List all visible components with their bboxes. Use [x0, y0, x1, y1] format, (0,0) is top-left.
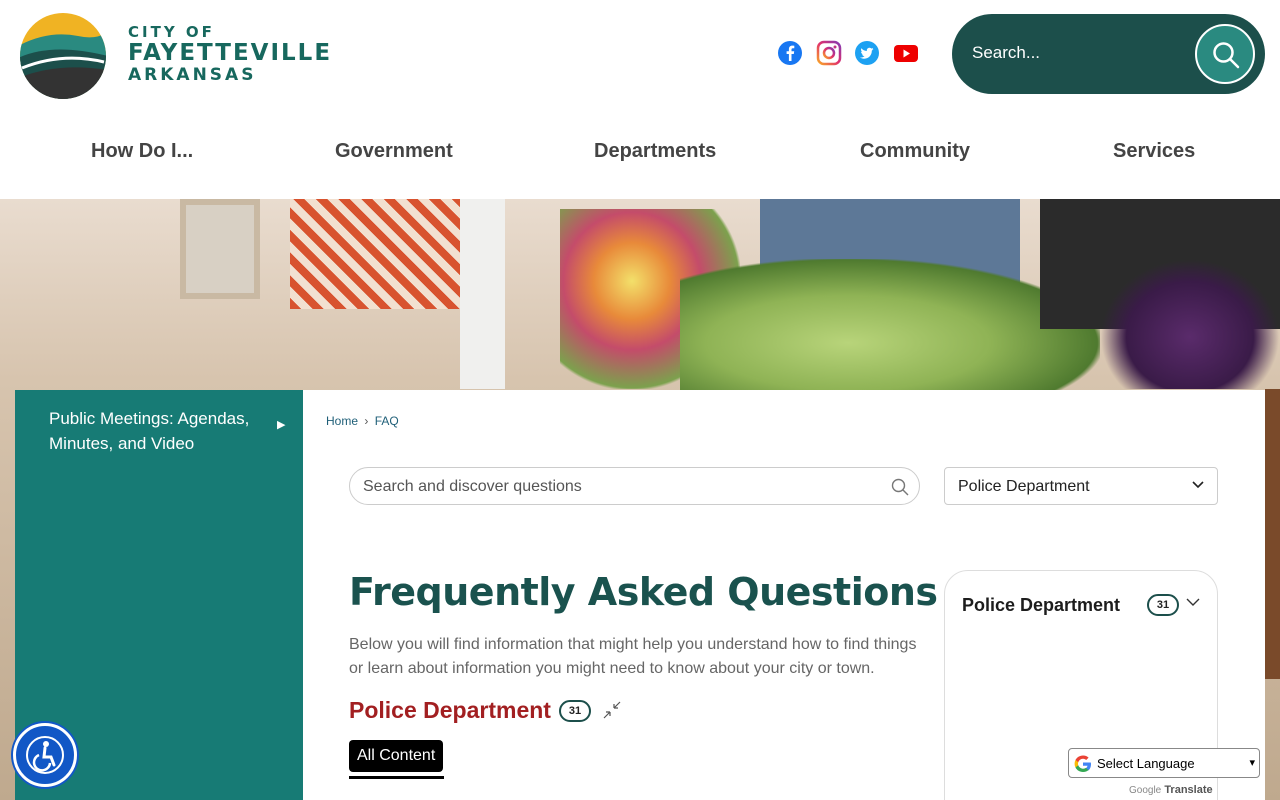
nav-services[interactable]: Services	[1113, 140, 1195, 163]
question-count-badge: 31	[559, 700, 591, 722]
search-input[interactable]: Search...	[972, 43, 1040, 63]
breadcrumb: Home › FAQ	[326, 414, 399, 428]
page-title: Frequently Asked Questions	[349, 570, 938, 614]
youtube-icon[interactable]	[893, 40, 919, 66]
facebook-icon[interactable]	[777, 40, 803, 66]
attribution-translate: Translate	[1164, 784, 1213, 796]
accessibility-button[interactable]	[13, 723, 77, 787]
category-heading: Police Department	[349, 697, 551, 723]
chevron-down-icon[interactable]	[1185, 596, 1201, 608]
category-select[interactable]: Police Department	[944, 467, 1218, 505]
arrow-right-icon[interactable]: ▶	[277, 418, 285, 431]
nav-community[interactable]: Community	[860, 140, 970, 163]
chevron-down-icon	[1192, 481, 1204, 489]
category-select-value: Police Department	[958, 478, 1090, 495]
category-panel-count: 31	[1147, 594, 1179, 616]
logo-line-2: FAYETTEVILLE	[128, 40, 333, 66]
faq-search-placeholder: Search and discover questions	[363, 478, 582, 495]
category-panel-title[interactable]: Police Department	[962, 595, 1120, 616]
breadcrumb-separator: ›	[364, 414, 369, 428]
instagram-icon[interactable]	[816, 40, 842, 66]
nav-how-do-i[interactable]: How Do I...	[91, 140, 193, 163]
nav-government[interactable]: Government	[335, 140, 453, 163]
search-button[interactable]	[1195, 24, 1255, 84]
language-select-label: Select Language	[1097, 756, 1195, 771]
nav-departments[interactable]: Departments	[594, 140, 716, 163]
site-name[interactable]: CITY OF FAYETTEVILLE ARKANSAS	[128, 23, 333, 86]
twitter-icon[interactable]	[854, 40, 880, 66]
google-icon	[1074, 755, 1091, 772]
attribution-google: Google	[1129, 785, 1162, 796]
accessibility-icon	[26, 736, 64, 774]
search-icon	[1213, 42, 1240, 69]
search-icon[interactable]	[891, 478, 909, 496]
sidebar-item-public-meetings[interactable]: Public Meetings: Agendas, Minutes, and V…	[49, 406, 269, 456]
city-logo[interactable]	[18, 12, 108, 100]
page-intro: Below you will find information that mig…	[349, 636, 917, 677]
breadcrumb-home[interactable]: Home	[326, 414, 358, 428]
filter-all-content-button[interactable]: All Content	[349, 740, 444, 772]
language-select[interactable]: Select Language ▾	[1068, 748, 1260, 778]
active-filter-underline	[349, 776, 444, 779]
main-content: Home › FAQ Search and discover questions…	[303, 390, 1265, 800]
google-translate-attribution[interactable]: Google Translate	[1129, 784, 1213, 796]
main-nav: How Do I... Government Departments Commu…	[0, 140, 1280, 170]
site-header: CITY OF FAYETTEVILLE ARKANSAS Search... …	[0, 0, 1280, 199]
logo-line-1: CITY OF	[128, 23, 215, 41]
faq-search-input[interactable]: Search and discover questions	[349, 467, 920, 505]
logo-line-3: ARKANSAS	[128, 65, 257, 85]
chevron-down-icon: ▾	[1249, 757, 1255, 769]
site-search[interactable]: Search...	[952, 14, 1265, 94]
breadcrumb-faq[interactable]: FAQ	[375, 414, 399, 428]
collapse-icon[interactable]	[603, 701, 621, 719]
